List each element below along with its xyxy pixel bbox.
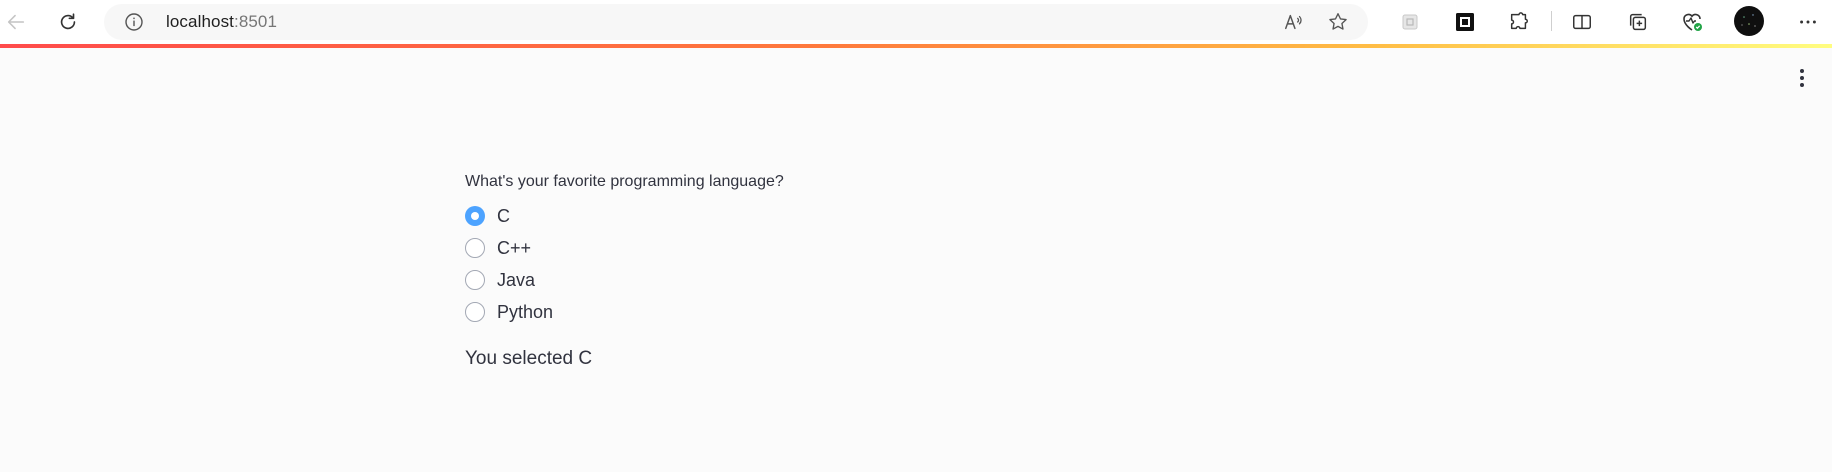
address-bar[interactable]: localhost:8501 (104, 4, 1368, 40)
radio-option-label: C (497, 206, 510, 226)
back-arrow-icon (7, 14, 25, 30)
radio-option-label: Python (497, 302, 554, 322)
favorite-star-icon (1329, 13, 1347, 30)
radio-question-label: What's your favorite programming languag… (465, 173, 784, 190)
collections-button[interactable] (1624, 8, 1652, 36)
site-info-button[interactable] (124, 12, 144, 32)
radio-option-python[interactable]: Python (465, 296, 1365, 328)
split-screen-icon (1573, 14, 1591, 30)
extension-button[interactable] (1396, 8, 1424, 36)
puzzle-extensions-icon (1510, 12, 1528, 30)
page-top-decoration-bar (0, 44, 1832, 48)
profile-avatar-icon[interactable] (1734, 6, 1764, 36)
radio-button[interactable] (465, 238, 485, 258)
collections-icon (1629, 13, 1647, 31)
radio-button[interactable] (465, 302, 485, 322)
radio-button[interactable] (465, 270, 485, 290)
radio-button-selected[interactable] (465, 206, 485, 226)
back-button[interactable] (0, 6, 32, 38)
extensions-button[interactable] (1505, 8, 1533, 36)
selection-result-text: You selected C (465, 348, 593, 369)
read-aloud-button[interactable] (1282, 10, 1306, 34)
browser-essentials-button[interactable] (1678, 8, 1706, 36)
radio-option-cpp[interactable]: C++ (465, 232, 1365, 264)
more-options-button[interactable] (1794, 8, 1822, 36)
radio-option-label: C++ (497, 238, 532, 258)
refresh-icon (60, 13, 76, 30)
browser-essentials-icon (1683, 13, 1702, 31)
page-menu-icon[interactable] (1788, 64, 1816, 92)
split-screen-button[interactable] (1568, 8, 1596, 36)
square-app-icon (1456, 13, 1474, 31)
browser-toolbar: localhost:8501 (0, 0, 1832, 44)
url-text[interactable]: localhost:8501 (166, 13, 277, 31)
radio-option-c[interactable]: C (465, 200, 1365, 232)
site-info-icon (125, 13, 143, 31)
refresh-button[interactable] (52, 6, 84, 38)
extension-icon (1402, 14, 1418, 30)
read-aloud-icon (1285, 14, 1302, 30)
radio-option-java[interactable]: Java (465, 264, 1365, 296)
square-app-button[interactable] (1451, 8, 1479, 36)
avatar-pattern-icon (1741, 14, 1756, 27)
radio-option-label: Java (497, 270, 536, 290)
more-options-icon (1800, 20, 1816, 24)
favorite-button[interactable] (1326, 10, 1350, 34)
language-radio-group: C C++ Java Python (465, 200, 1365, 328)
url-host: localhost (166, 12, 234, 31)
url-port: :8501 (234, 12, 278, 31)
main-content: What's your favorite programming languag… (465, 168, 1365, 373)
toolbar-divider (1551, 11, 1552, 31)
